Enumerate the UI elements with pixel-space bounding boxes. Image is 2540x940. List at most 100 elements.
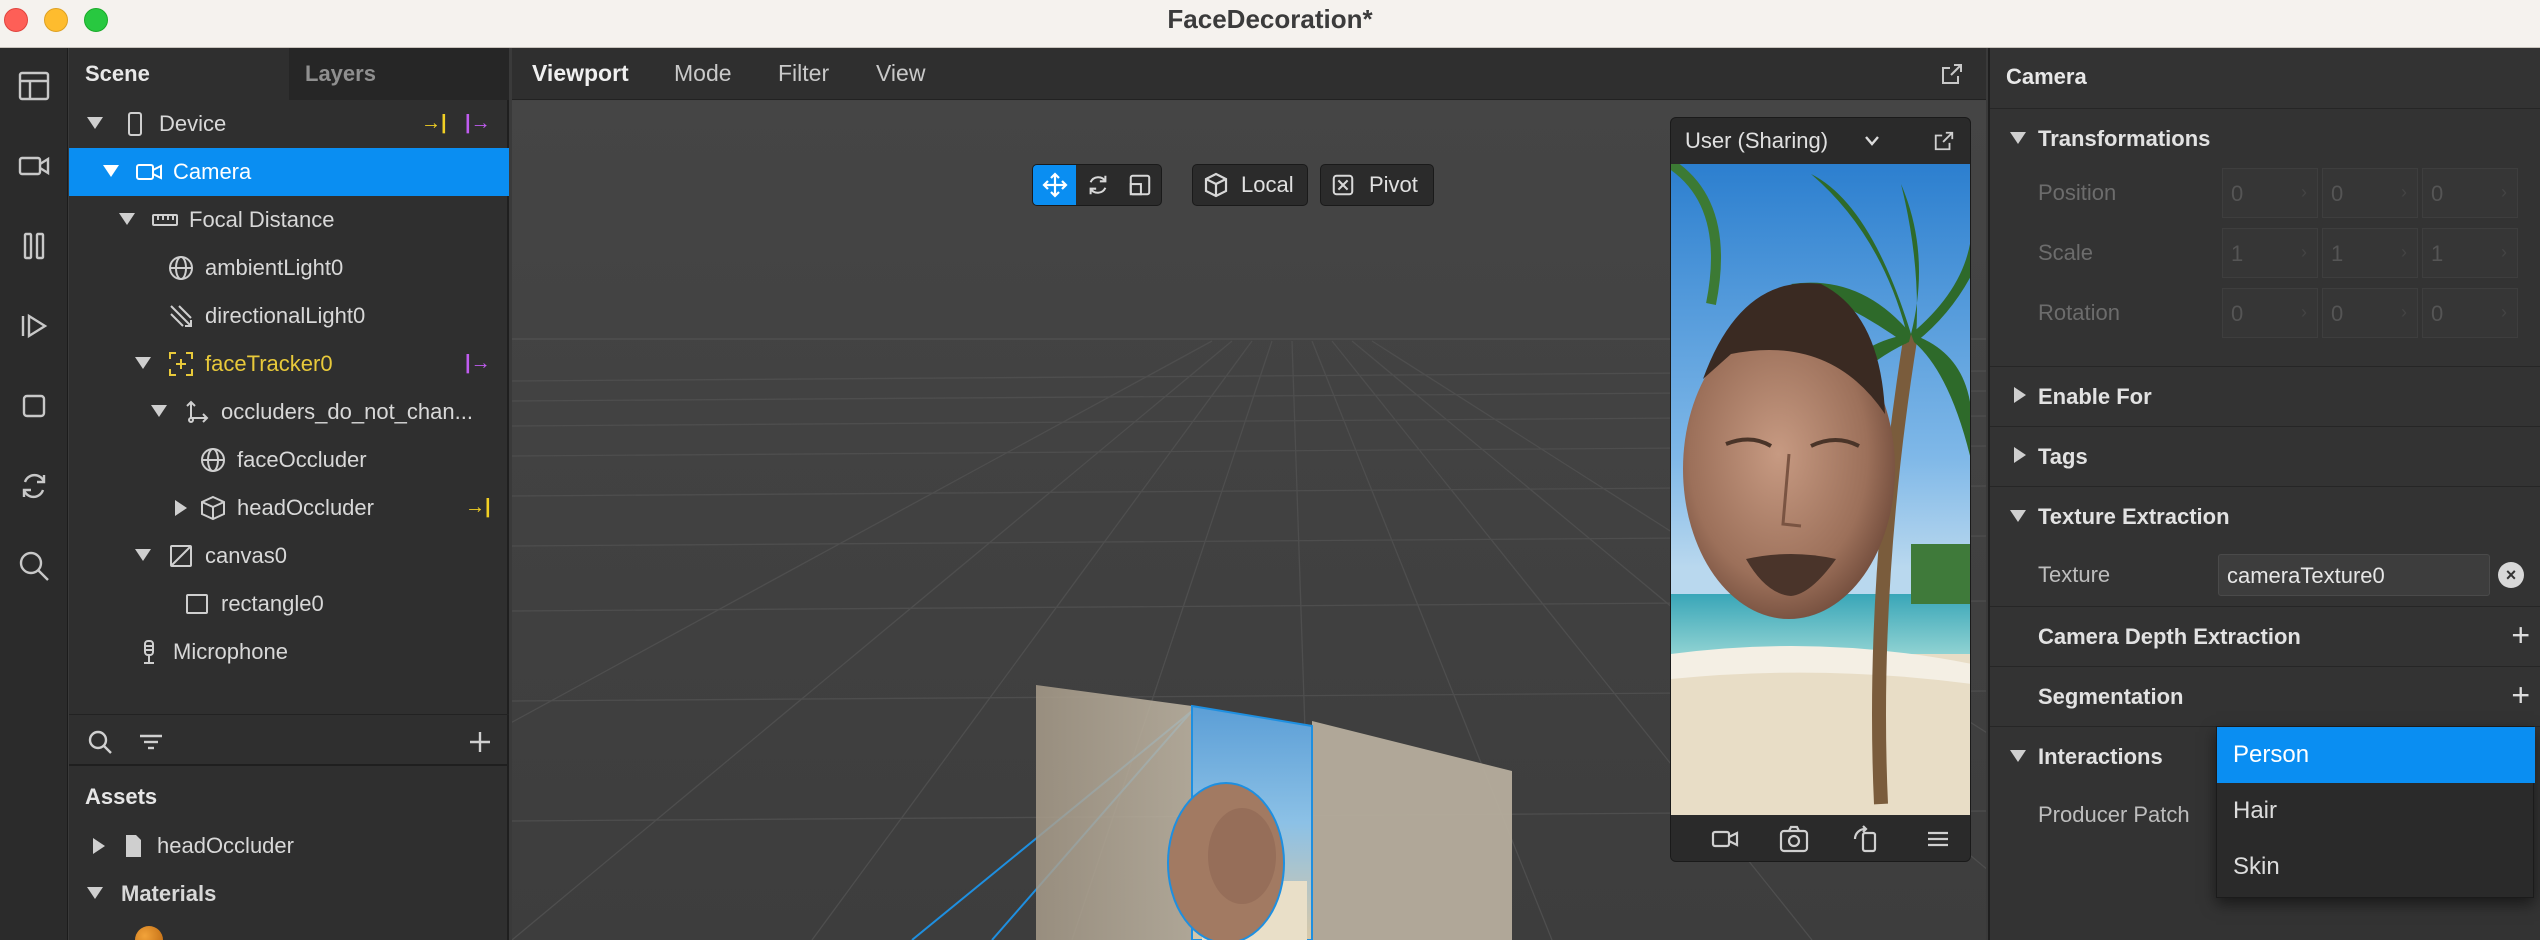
section-title: Enable For: [2038, 384, 2152, 409]
tree-item-label: headOccluder: [237, 495, 374, 520]
tree-item-head-occluder[interactable]: headOccluder →|: [69, 484, 509, 532]
scale-y-field[interactable]: 1 ›: [2322, 228, 2418, 278]
scale-tool-icon[interactable]: [1119, 165, 1161, 205]
assets-title: Assets: [85, 784, 158, 809]
transform-tools: [1032, 164, 1162, 206]
rotate-device-icon[interactable]: [1851, 825, 1879, 853]
pop-out-icon[interactable]: [1940, 62, 1964, 86]
tree-item-label: ambientLight0: [205, 255, 344, 280]
dropdown-option-hair[interactable]: Hair: [2217, 783, 2535, 839]
collapse-caret-icon[interactable]: [2010, 750, 2026, 762]
expand-caret-icon[interactable]: [2014, 387, 2026, 403]
move-tool-icon[interactable]: [1033, 165, 1077, 205]
position-z-field[interactable]: 0 ›: [2422, 168, 2518, 218]
position-x-field[interactable]: 0 ›: [2222, 168, 2318, 218]
pivot-button[interactable]: Pivot: [1320, 164, 1434, 206]
pause-icon[interactable]: [8, 220, 60, 272]
search-icon[interactable]: [8, 540, 60, 592]
tree-item-ambient-light[interactable]: ambientLight0: [69, 244, 509, 292]
preview-image: [1671, 164, 1970, 815]
video-icon[interactable]: [1711, 827, 1739, 851]
scale-z-field[interactable]: 1 ›: [2422, 228, 2518, 278]
expand-caret-icon[interactable]: [93, 838, 105, 854]
asset-folder-materials[interactable]: Materials: [69, 870, 509, 918]
tree-item-canvas[interactable]: canvas0: [69, 532, 509, 580]
section-tags[interactable]: Tags: [1990, 426, 2540, 484]
preview-footer: [1671, 815, 1970, 861]
tree-item-face-tracker[interactable]: faceTracker0 |→: [69, 340, 509, 388]
layout-icon[interactable]: [8, 60, 60, 112]
menu-view[interactable]: View: [876, 60, 925, 87]
expand-caret-icon[interactable]: [2014, 447, 2026, 463]
device-preview: User (Sharing): [1670, 117, 1971, 862]
local-button[interactable]: Local: [1192, 164, 1308, 206]
collapse-caret-icon[interactable]: [2010, 510, 2026, 522]
menu-viewport[interactable]: Viewport: [532, 60, 629, 87]
scale-label: Scale: [2038, 240, 2094, 265]
tree-item-microphone[interactable]: Microphone: [69, 628, 509, 676]
scene-tabs: Scene Layers: [69, 48, 509, 100]
scale-x-field[interactable]: 1 ›: [2222, 228, 2318, 278]
file-icon: [119, 832, 147, 860]
section-segmentation[interactable]: Segmentation +: [1990, 666, 2540, 724]
tab-scene[interactable]: Scene: [69, 48, 289, 100]
collapse-caret-icon[interactable]: [135, 549, 151, 561]
section-texture-extraction[interactable]: Texture Extraction: [1990, 486, 2540, 544]
asset-item-head-occluder[interactable]: headOccluder: [69, 822, 509, 870]
collapse-caret-icon[interactable]: [119, 213, 135, 225]
stop-icon[interactable]: [8, 380, 60, 432]
add-icon[interactable]: +: [2511, 677, 2530, 714]
dropdown-option-person[interactable]: Person: [2217, 727, 2535, 783]
tree-item-label: occluders_do_not_chan...: [221, 399, 473, 424]
preview-header: User (Sharing): [1671, 118, 1970, 164]
filter-icon[interactable]: [137, 729, 165, 755]
rotate-tool-icon[interactable]: [1076, 165, 1118, 205]
search-icon[interactable]: [87, 729, 113, 755]
section-enable-for[interactable]: Enable For: [1990, 366, 2540, 424]
collapse-caret-icon[interactable]: [87, 887, 103, 899]
add-object-icon[interactable]: [467, 729, 493, 755]
rotation-y-field[interactable]: 0 ›: [2322, 288, 2418, 338]
tab-layers[interactable]: Layers: [289, 48, 509, 100]
tree-item-device[interactable]: Device →| |→: [69, 100, 509, 148]
dropdown-option-skin[interactable]: Skin: [2217, 839, 2535, 895]
tree-item-rectangle[interactable]: rectangle0: [69, 580, 509, 628]
step-forward-icon[interactable]: [8, 300, 60, 352]
menu-filter[interactable]: Filter: [778, 60, 829, 87]
pop-out-icon[interactable]: [1933, 130, 1955, 152]
microphone-icon: [135, 638, 163, 666]
scene-toolbar: [69, 714, 509, 766]
title-bar: FaceDecoration*: [0, 0, 2540, 48]
menu-icon[interactable]: [1925, 829, 1951, 849]
video-icon[interactable]: [8, 140, 60, 192]
collapse-caret-icon[interactable]: [87, 117, 103, 129]
menu-mode[interactable]: Mode: [674, 60, 732, 87]
input-marker-icon: →|: [465, 496, 491, 518]
collapse-caret-icon[interactable]: [2010, 132, 2026, 144]
output-marker-icon: |→: [465, 352, 491, 374]
tree-item-occluders[interactable]: occluders_do_not_chan...: [69, 388, 509, 436]
position-y-field[interactable]: 0 ›: [2322, 168, 2418, 218]
chevron-down-icon[interactable]: [1863, 134, 1881, 148]
switch-camera-icon[interactable]: [1779, 825, 1809, 853]
texture-field[interactable]: cameraTexture0: [2218, 554, 2490, 596]
expand-caret-icon[interactable]: [175, 500, 187, 516]
section-camera-depth-extraction[interactable]: Camera Depth Extraction +: [1990, 606, 2540, 664]
refresh-icon[interactable]: [8, 460, 60, 512]
globe-icon: [167, 254, 195, 282]
add-icon[interactable]: +: [2511, 617, 2530, 654]
collapse-caret-icon[interactable]: [151, 405, 167, 417]
texture-label: Texture: [2038, 562, 2111, 587]
collapse-caret-icon[interactable]: [103, 165, 119, 177]
clear-texture-icon[interactable]: ×: [2498, 562, 2524, 588]
tree-item-face-occluder[interactable]: faceOccluder: [69, 436, 509, 484]
tree-item-focal-distance[interactable]: Focal Distance: [69, 196, 509, 244]
section-transformations[interactable]: Transformations: [1990, 108, 2540, 166]
rotation-z-field[interactable]: 0 ›: [2422, 288, 2518, 338]
rotation-x-field[interactable]: 0 ›: [2222, 288, 2318, 338]
tree-item-directional-light[interactable]: directionalLight0: [69, 292, 509, 340]
tree-item-camera[interactable]: Camera: [69, 148, 509, 196]
tree-item-label: directionalLight0: [205, 303, 366, 328]
device-select[interactable]: User (Sharing): [1685, 128, 1828, 154]
collapse-caret-icon[interactable]: [135, 357, 151, 369]
